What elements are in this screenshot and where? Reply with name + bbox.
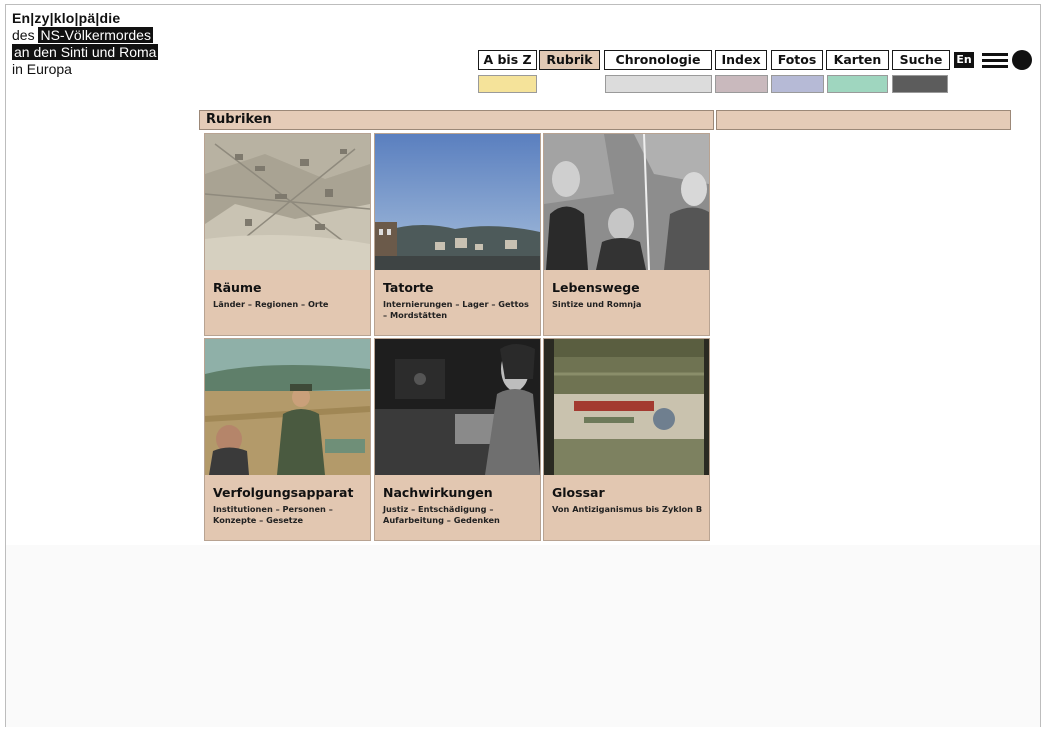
soldier-field-photo xyxy=(205,339,370,475)
tile-lebenswege[interactable]: Lebenswege Sintize und Romnja xyxy=(543,133,710,336)
swatch-suche xyxy=(892,75,948,93)
aerial-map-photo xyxy=(205,134,370,270)
nav-karten[interactable]: Karten xyxy=(826,50,889,70)
tile-tatorte[interactable]: Tatorte Internierungen – Lager – Gettos … xyxy=(374,133,541,336)
tile-subtitle: Länder – Regionen – Orte xyxy=(213,299,329,309)
swatch-index xyxy=(715,75,768,93)
group-portrait-photo xyxy=(544,134,709,270)
logo-line-2-highlight: NS-Völkermordes xyxy=(38,27,153,43)
swatch-a-bis-z xyxy=(478,75,537,93)
tile-title: Nachwirkungen xyxy=(383,485,493,500)
nav-fotos[interactable]: Fotos xyxy=(771,50,823,70)
filled-circle-icon[interactable] xyxy=(1012,50,1032,70)
logo-line-3-highlight: an den Sinti und Roma xyxy=(12,44,159,60)
language-toggle[interactable]: En xyxy=(954,52,974,68)
side-column-bar xyxy=(716,110,1011,130)
swatch-chronologie xyxy=(605,75,712,93)
tile-subtitle: Institutionen – Personen – Konzepte – Ge… xyxy=(213,504,333,525)
swatch-karten xyxy=(827,75,888,93)
nav-chronologie[interactable]: Chronologie xyxy=(604,50,712,70)
tile-title: Räume xyxy=(213,280,262,295)
tile-nachwirkungen[interactable]: Nachwirkungen Justiz – Entschädigung – A… xyxy=(374,338,541,541)
tile-title: Glossar xyxy=(552,485,605,500)
hamburger-icon[interactable] xyxy=(982,53,1008,68)
logo-line-2-prefix: des xyxy=(12,27,39,43)
tile-title: Tatorte xyxy=(383,280,434,295)
logo-line-1: En|zy|klo|pä|die xyxy=(12,10,121,26)
town-landscape-photo xyxy=(375,134,540,270)
tile-title: Lebenswege xyxy=(552,280,640,295)
swatch-fotos xyxy=(771,75,824,93)
nav-index[interactable]: Index xyxy=(715,50,767,70)
woman-profile-photo xyxy=(375,339,540,475)
logo-line-3: an den Sinti und Roma xyxy=(12,44,159,61)
tile-subtitle: Von Antiziganismus bis Zyklon B xyxy=(552,504,703,514)
site-logo[interactable]: En|zy|klo|pä|die des NS-Völkermordes an … xyxy=(12,10,159,78)
nav-a-bis-z[interactable]: A bis Z xyxy=(478,50,537,70)
gas-canister-photo xyxy=(544,339,709,475)
tile-raeume[interactable]: Räume Länder – Regionen – Orte xyxy=(204,133,371,336)
tile-verfolgungsapparat[interactable]: Verfolgungsapparat Institutionen – Perso… xyxy=(204,338,371,541)
tile-title: Verfolgungsapparat xyxy=(213,485,354,500)
tile-glossar[interactable]: Glossar Von Antiziganismus bis Zyklon B xyxy=(543,338,710,541)
logo-line-4: in Europa xyxy=(12,61,72,77)
nav-rubrik[interactable]: Rubrik xyxy=(539,50,600,70)
tile-subtitle: Justiz – Entschädigung – Aufarbeitung – … xyxy=(383,504,500,525)
tile-subtitle: Internierungen – Lager – Gettos – Mordst… xyxy=(383,299,529,320)
section-title: Rubriken xyxy=(199,110,714,130)
footer-area xyxy=(6,545,1040,727)
nav-suche[interactable]: Suche xyxy=(892,50,950,70)
tile-subtitle: Sintize und Romnja xyxy=(552,299,642,309)
logo-line-2: des NS-Völkermordes xyxy=(12,27,158,44)
